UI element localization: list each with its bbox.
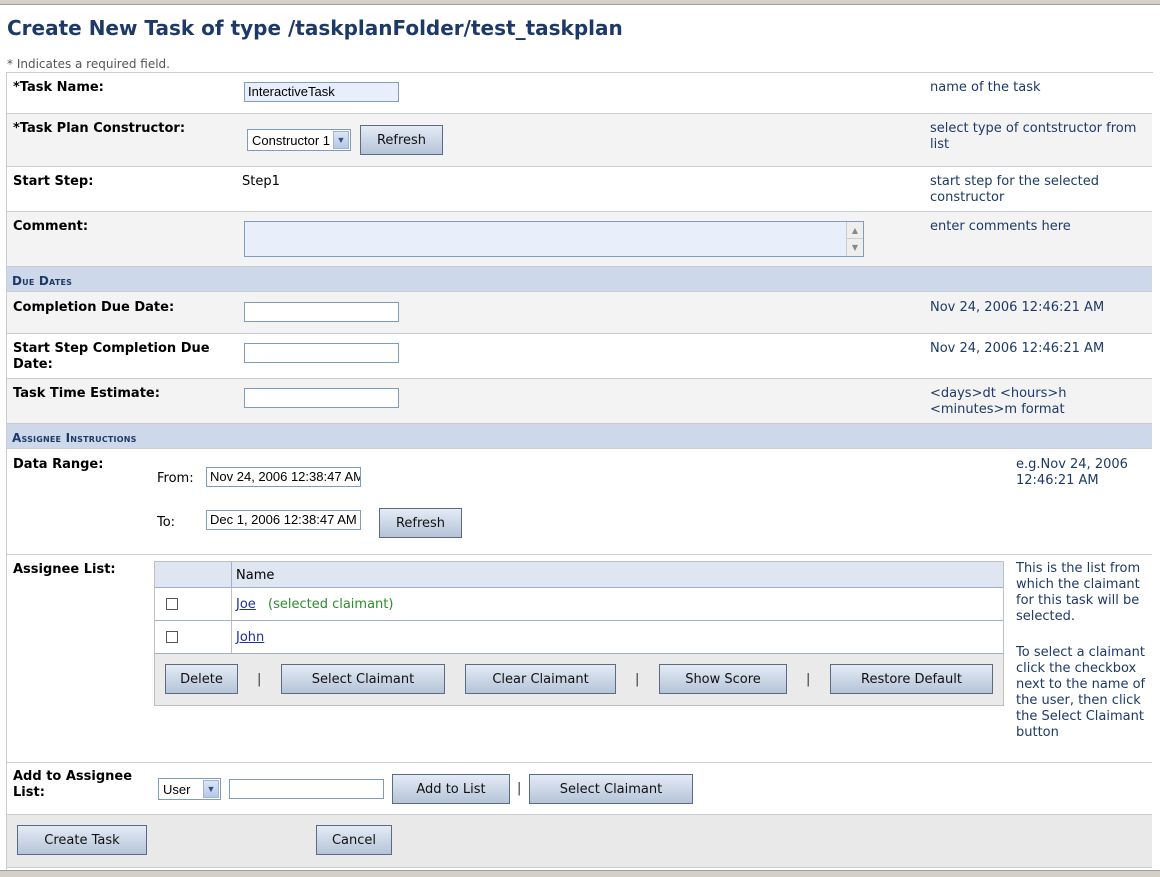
- constructor-label: *Task Plan Constructor:: [13, 121, 186, 136]
- start-step-due-label: Start Step Completion Due Date:: [13, 341, 210, 372]
- name-column-header: Name: [236, 568, 275, 583]
- completion-due-help: Nov 24, 2006 12:46:21 AM: [930, 300, 1105, 315]
- completion-due-label: Completion Due Date:: [13, 300, 175, 315]
- chevron-down-icon: ▼: [203, 780, 219, 798]
- completion-due-row: Completion Due Date: Nov 24, 2006 12:46:…: [7, 292, 1152, 334]
- chevron-down-icon: ▼: [333, 131, 349, 149]
- assignee-type-select[interactable]: User ▼: [158, 778, 221, 800]
- required-field-note: * Indicates a required field.: [7, 57, 170, 71]
- table-row: John: [155, 621, 1003, 654]
- cancel-button[interactable]: Cancel: [316, 825, 392, 855]
- row-checkbox[interactable]: [166, 598, 178, 610]
- separator: |: [517, 781, 522, 796]
- assignee-name-link[interactable]: Joe: [236, 597, 256, 612]
- start-step-value: Step1: [242, 174, 280, 189]
- task-name-row: *Task Name: InteractiveTask name of the …: [7, 73, 1152, 114]
- assignee-section-header: Assignee Instructions: [7, 424, 1152, 449]
- start-step-due-help: Nov 24, 2006 12:46:21 AM: [930, 341, 1105, 356]
- start-step-row: Start Step: Step1 start step for the sel…: [7, 167, 1152, 212]
- page-title: Create New Task of type /taskplanFolder/…: [7, 16, 623, 40]
- row-checkbox[interactable]: [166, 631, 178, 643]
- comment-help: enter comments here: [930, 219, 1071, 234]
- constructor-refresh-button[interactable]: Refresh: [360, 125, 443, 155]
- create-task-button[interactable]: Create Task: [17, 825, 147, 855]
- add-to-list-row: Add to Assignee List: User ▼ Add to List…: [7, 763, 1152, 815]
- completion-due-input[interactable]: [244, 302, 399, 322]
- data-range-row: Data Range: From: Nov 24, 2006 12:38:47 …: [7, 449, 1152, 555]
- from-label: From:: [157, 471, 194, 486]
- task-name-input[interactable]: InteractiveTask: [244, 82, 399, 102]
- start-step-label: Start Step:: [13, 174, 94, 189]
- constructor-help: select type of contstructor from list: [930, 121, 1137, 152]
- time-estimate-row: Task Time Estimate: <days>dt <hours>h <m…: [7, 379, 1152, 424]
- start-step-help: start step for the selected constructor: [930, 174, 1100, 205]
- delete-button[interactable]: Delete: [165, 664, 238, 694]
- scroll-down-icon[interactable]: ▼: [847, 239, 863, 255]
- start-step-due-input[interactable]: [244, 343, 399, 363]
- selected-claimant-note: (selected claimant): [268, 597, 394, 612]
- add-to-list-button[interactable]: Add to List: [392, 774, 510, 804]
- assignee-name-input[interactable]: [229, 779, 384, 799]
- select-claimant-button[interactable]: Select Claimant: [281, 664, 445, 694]
- add-to-list-label: Add to Assignee List:: [13, 769, 133, 800]
- due-dates-section-header: Due Dates: [7, 267, 1152, 292]
- constructor-select[interactable]: Constructor 1 ▼: [247, 129, 351, 151]
- separator: |: [257, 672, 262, 687]
- clear-claimant-button[interactable]: Clear Claimant: [465, 664, 616, 694]
- time-estimate-label: Task Time Estimate:: [13, 386, 160, 401]
- window-top-edge: [0, 0, 1160, 5]
- task-name-label: *Task Name:: [13, 80, 104, 95]
- time-estimate-input[interactable]: [244, 388, 399, 408]
- assignee-list-label: Assignee List:: [13, 562, 116, 577]
- assignee-table: Name Joe (selected claimant) John Delete…: [154, 561, 1004, 706]
- from-date-input[interactable]: Nov 24, 2006 12:38:47 AM: [206, 467, 361, 487]
- assignee-table-header: Name: [155, 562, 1003, 588]
- comment-label: Comment:: [13, 219, 89, 234]
- add-select-claimant-button[interactable]: Select Claimant: [529, 774, 693, 804]
- data-range-label: Data Range:: [13, 457, 104, 472]
- to-label: To:: [157, 515, 176, 530]
- assignee-list-instructions: To select a claimant click the checkbox …: [1016, 645, 1146, 740]
- separator: |: [635, 672, 640, 687]
- scroll-up-icon[interactable]: ▲: [847, 222, 863, 239]
- constructor-row: *Task Plan Constructor: Constructor 1 ▼ …: [7, 114, 1152, 167]
- data-range-help: e.g.Nov 24, 2006 12:46:21 AM: [1016, 457, 1128, 488]
- table-row: Joe (selected claimant): [155, 588, 1003, 621]
- task-name-help: name of the task: [930, 80, 1041, 95]
- due-dates-section-title: Due Dates: [12, 274, 73, 288]
- comment-textarea[interactable]: ▲ ▼: [244, 221, 864, 257]
- separator: |: [806, 672, 811, 687]
- constructor-selected-value: Constructor 1: [252, 133, 331, 148]
- comment-scrollbar[interactable]: ▲ ▼: [846, 222, 863, 256]
- start-step-due-row: Start Step Completion Due Date: Nov 24, …: [7, 334, 1152, 379]
- time-estimate-help: <days>dt <hours>h <minutes>m format: [930, 386, 1067, 417]
- assignee-section-title: Assignee Instructions: [12, 431, 137, 445]
- restore-default-button[interactable]: Restore Default: [830, 664, 993, 694]
- form-footer: Create Task Cancel: [7, 815, 1152, 868]
- assignee-list-help: This is the list from which the claimant…: [1016, 561, 1141, 624]
- data-range-refresh-button[interactable]: Refresh: [379, 508, 462, 538]
- assignee-name-link[interactable]: John: [236, 630, 264, 645]
- assignee-type-value: User: [163, 782, 191, 797]
- show-score-button[interactable]: Show Score: [659, 664, 787, 694]
- to-date-input[interactable]: Dec 1, 2006 12:38:47 AM: [206, 510, 361, 530]
